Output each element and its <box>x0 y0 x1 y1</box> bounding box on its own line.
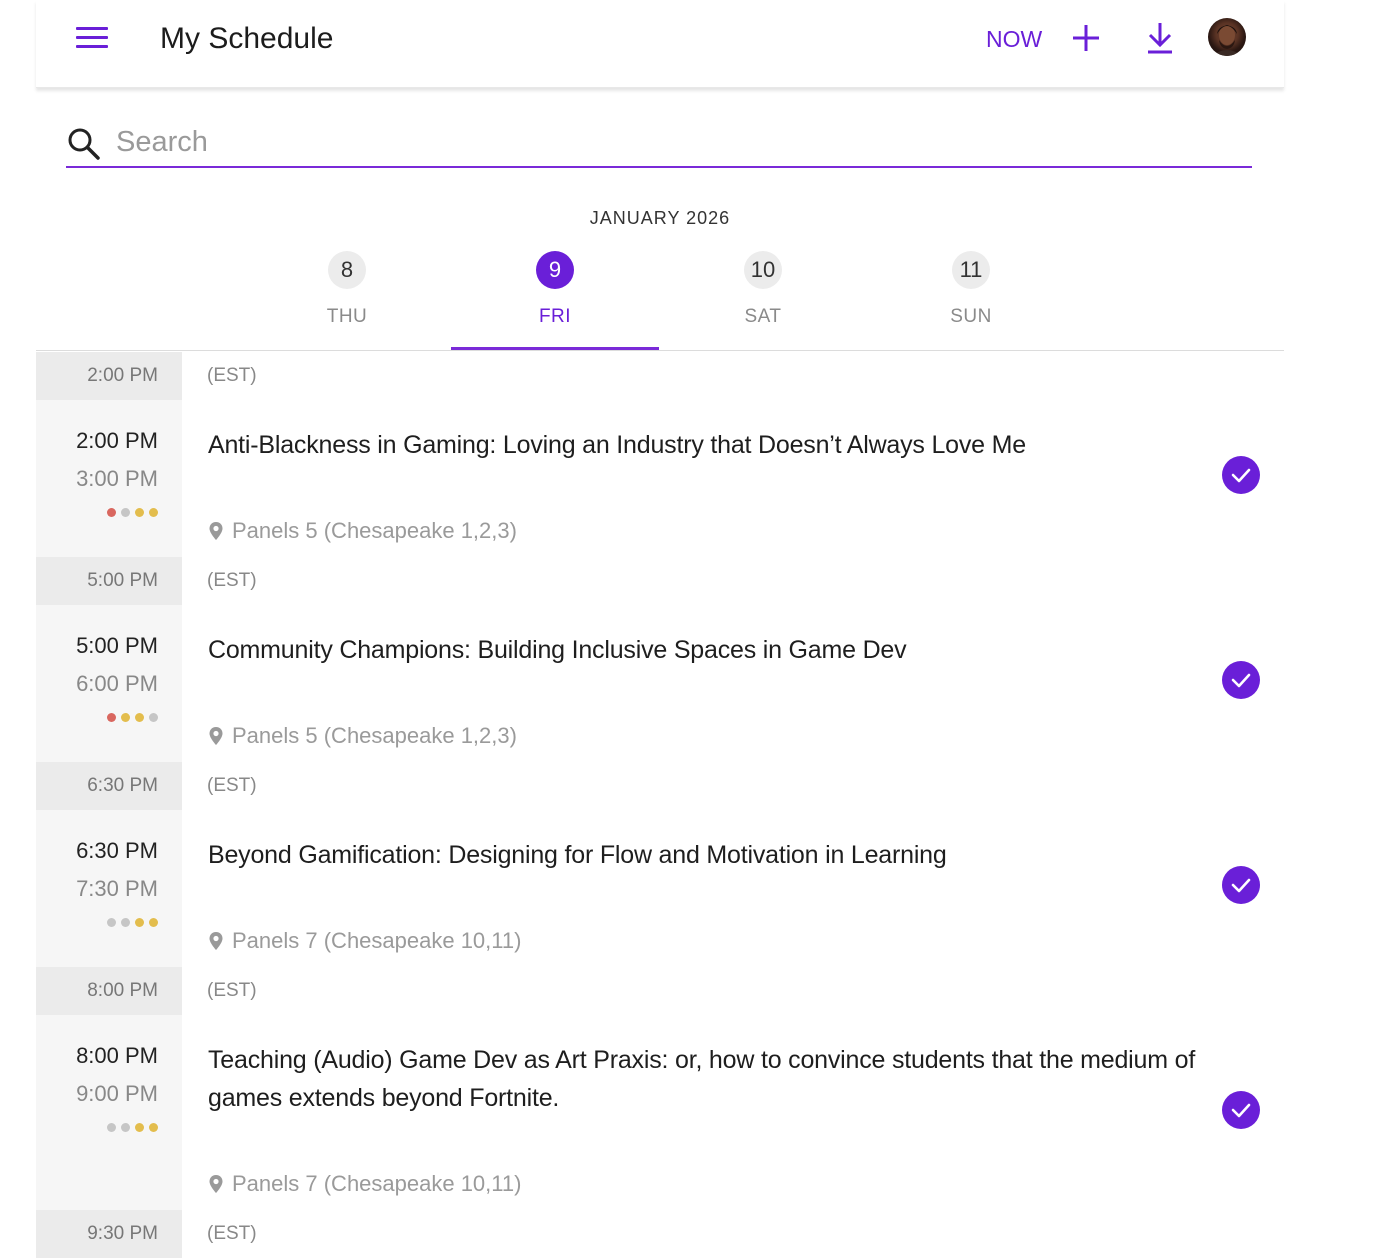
track-dot-gold <box>135 713 144 722</box>
event-location-text: Panels 7 (Chesapeake 10,11) <box>232 928 522 953</box>
event-title[interactable]: Community Champions: Building Inclusive … <box>208 631 1208 669</box>
add-icon[interactable] <box>1070 22 1102 54</box>
day-tab-thu[interactable]: 8 THU <box>243 250 451 350</box>
event-start-time: 6:30 PM <box>76 838 158 863</box>
slot-timezone: (EST) <box>207 1223 257 1244</box>
track-dots <box>107 713 158 723</box>
day-of-week: SAT <box>744 306 782 327</box>
month-label: JANUARY 2026 <box>589 208 731 228</box>
event-time-column: 6:30 PM 7:30 PM <box>36 810 182 967</box>
user-avatar[interactable] <box>1208 18 1246 56</box>
track-dot-gold <box>121 713 130 722</box>
track-dot-gold <box>135 918 144 927</box>
day-number: 9 <box>536 251 574 289</box>
event-end-time: 3:00 PM <box>76 466 158 491</box>
location-pin-icon <box>209 727 223 745</box>
event-end-time: 7:30 PM <box>76 876 158 901</box>
track-dot-grey <box>121 918 130 927</box>
event-row[interactable]: 5:00 PM 6:00 PM Community Champions: Bui… <box>36 605 1284 762</box>
slot-time: 2:00 PM <box>36 352 182 400</box>
event-time-column: 5:00 PM 6:00 PM <box>36 605 182 762</box>
slot-time: 6:30 PM <box>36 762 182 810</box>
event-location-text: Panels 5 (Chesapeake 1,2,3) <box>232 723 517 748</box>
now-button[interactable]: NOW <box>986 26 1042 53</box>
page-title: My Schedule <box>160 22 334 55</box>
track-dot-grey <box>121 1123 130 1132</box>
event-location-text: Panels 7 (Chesapeake 10,11) <box>232 1171 522 1196</box>
event-title[interactable]: Beyond Gamification: Designing for Flow … <box>208 836 1208 874</box>
slot-time: 5:00 PM <box>36 557 182 605</box>
track-dot-grey <box>107 1123 116 1132</box>
event-title[interactable]: Anti-Blackness in Gaming: Loving an Indu… <box>208 426 1208 464</box>
added-check-icon[interactable] <box>1222 866 1260 904</box>
event-location: Panels 7 (Chesapeake 10,11) <box>208 1171 521 1197</box>
slot-timezone: (EST) <box>207 980 257 1001</box>
track-dot-gold <box>149 918 158 927</box>
time-slot-header: 8:00 PM (EST) <box>36 967 1284 1015</box>
track-dot-grey <box>107 918 116 927</box>
added-check-icon[interactable] <box>1222 661 1260 699</box>
track-dot-grey <box>149 713 158 722</box>
event-row[interactable]: 6:30 PM 7:30 PM Beyond Gamification: Des… <box>36 810 1284 967</box>
slot-time: 9:30 PM <box>36 1210 182 1258</box>
slot-timezone: (EST) <box>207 570 257 591</box>
event-end-time: 9:00 PM <box>76 1081 158 1106</box>
track-dots <box>107 1123 158 1133</box>
time-slot-header: 9:30 PM (EST) <box>36 1210 1284 1258</box>
track-dot-gold <box>135 1123 144 1132</box>
event-location-text: Panels 5 (Chesapeake 1,2,3) <box>232 518 517 543</box>
event-title[interactable]: Teaching (Audio) Game Dev as Art Praxis:… <box>208 1041 1208 1117</box>
slot-time: 8:00 PM <box>36 967 182 1015</box>
event-start-time: 2:00 PM <box>76 428 158 453</box>
event-location: Panels 5 (Chesapeake 1,2,3) <box>208 518 517 544</box>
event-start-time: 8:00 PM <box>76 1043 158 1068</box>
schedule-list: 2:00 PM (EST) 2:00 PM 3:00 PM Anti-Black… <box>36 352 1284 1258</box>
event-time-column: 2:00 PM 3:00 PM <box>36 400 182 557</box>
hamburger-menu-icon[interactable] <box>76 24 108 52</box>
search-input[interactable] <box>116 122 1216 162</box>
event-row[interactable]: 8:00 PM 9:00 PM Teaching (Audio) Game De… <box>36 1015 1284 1210</box>
event-start-time: 5:00 PM <box>76 633 158 658</box>
event-end-time: 6:00 PM <box>76 671 158 696</box>
day-of-week: FRI <box>538 306 572 327</box>
time-slot-header: 2:00 PM (EST) <box>36 352 1284 400</box>
download-icon[interactable] <box>1144 20 1176 56</box>
schedule-app: My Schedule NOW Search JANUARY 2026 8 TH… <box>36 0 1284 1258</box>
event-row[interactable]: 2:00 PM 3:00 PM Anti-Blackness in Gaming… <box>36 400 1284 557</box>
time-slot-header: 5:00 PM (EST) <box>36 557 1284 605</box>
day-number: 11 <box>952 251 990 289</box>
track-dot-red <box>107 508 116 517</box>
day-tab-sun[interactable]: 11 SUN <box>867 250 1075 350</box>
slot-timezone: (EST) <box>207 775 257 796</box>
day-number: 8 <box>328 251 366 289</box>
location-pin-icon <box>209 1175 223 1193</box>
search-icon[interactable] <box>66 126 102 162</box>
day-of-week: THU <box>326 306 368 327</box>
top-app-bar: My Schedule NOW <box>36 0 1284 88</box>
location-pin-icon <box>209 932 223 950</box>
day-tab-fri[interactable]: 9 FRI <box>451 250 659 350</box>
day-of-week: SUN <box>950 306 992 327</box>
track-dots <box>107 508 158 518</box>
calendar-divider <box>36 350 1284 351</box>
slot-timezone: (EST) <box>207 365 257 386</box>
event-location: Panels 7 (Chesapeake 10,11) <box>208 928 521 954</box>
track-dot-gold <box>149 1123 158 1132</box>
day-number: 10 <box>744 251 782 289</box>
track-dot-grey <box>121 508 130 517</box>
track-dot-gold <box>135 508 144 517</box>
added-check-icon[interactable] <box>1222 456 1260 494</box>
event-time-column: 8:00 PM 9:00 PM <box>36 1015 182 1210</box>
day-tab-sat[interactable]: 10 SAT <box>659 250 867 350</box>
track-dot-red <box>107 713 116 722</box>
track-dot-gold <box>149 508 158 517</box>
location-pin-icon <box>209 522 223 540</box>
track-dots <box>107 918 158 928</box>
added-check-icon[interactable] <box>1222 1091 1260 1129</box>
event-location: Panels 5 (Chesapeake 1,2,3) <box>208 723 517 749</box>
time-slot-header: 6:30 PM (EST) <box>36 762 1284 810</box>
search-bar <box>66 118 1252 168</box>
